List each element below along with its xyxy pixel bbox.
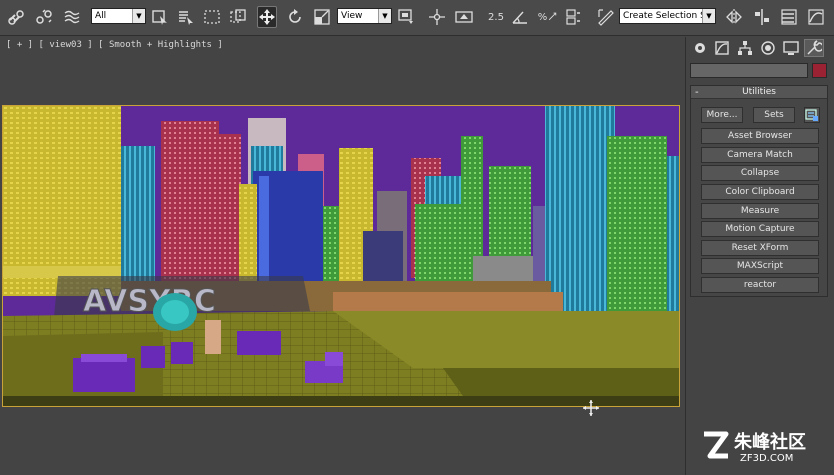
modify-icon [715, 41, 729, 55]
utility-maxscript-button[interactable]: MAXScript [701, 258, 819, 274]
link-icon[interactable] [6, 6, 26, 28]
utility-asset-browser-button[interactable]: Asset Browser [701, 128, 819, 144]
watermark: 朱峰社区 ZF3D.COM [700, 426, 830, 470]
more-button[interactable]: More... [701, 107, 743, 123]
align-icon[interactable] [752, 6, 772, 28]
utility-collapse-button[interactable]: Collapse [701, 165, 819, 181]
selection-filter-dropdown[interactable]: All ▼ [91, 8, 146, 24]
configure-button-sets[interactable] [804, 107, 820, 123]
utilities-icon [807, 40, 822, 55]
rectangular-selection-icon[interactable] [202, 6, 222, 28]
snap-label: 2.5 [488, 11, 504, 23]
command-panel: - Utilities More... Sets Asset Browser C… [685, 37, 834, 475]
window-crossing-icon[interactable] [228, 6, 248, 28]
scale-icon[interactable] [312, 6, 332, 28]
chevron-down-icon: ▼ [132, 9, 145, 23]
spinner-snap-icon[interactable] [563, 6, 583, 28]
object-color-swatch[interactable] [812, 63, 827, 78]
keyboard-shortcut-icon[interactable] [454, 6, 474, 28]
city-scene-render: AVSYRC [3, 106, 679, 406]
mirror-icon[interactable] [724, 6, 744, 28]
select-object-icon[interactable] [150, 6, 170, 28]
select-manipulate-icon[interactable] [427, 6, 447, 28]
watermark-logo-icon [704, 431, 729, 459]
configure-sets-icon [805, 109, 818, 121]
main-toolbar: All ▼ View ▼ 2.5 % Create Selection Se ▼ [0, 0, 834, 36]
rotate-icon[interactable] [285, 6, 305, 28]
modify-tab[interactable] [712, 39, 732, 57]
sets-button[interactable]: Sets [753, 107, 795, 123]
layer-manager-icon[interactable] [779, 6, 799, 28]
viewport-label[interactable]: [ + ] [ view03 ] [ Smooth + Highlights ] [6, 40, 223, 50]
object-name-field[interactable] [690, 63, 808, 78]
create-tab[interactable] [690, 39, 710, 57]
hierarchy-icon [738, 41, 752, 55]
utilities-tab[interactable] [804, 39, 824, 57]
unlink-icon[interactable] [34, 6, 54, 28]
display-icon [783, 41, 799, 55]
utility-reset-xform-button[interactable]: Reset XForm [701, 240, 819, 256]
utility-reactor-button[interactable]: reactor [701, 277, 819, 293]
collapse-icon: - [695, 87, 699, 98]
bind-space-warp-icon[interactable] [62, 6, 82, 28]
chevron-down-icon: ▼ [702, 9, 715, 23]
angle-snap-icon[interactable] [510, 6, 530, 28]
chevron-down-icon: ▼ [378, 9, 391, 23]
move-cursor-icon [583, 400, 599, 416]
viewport-scene[interactable]: AVSYRC [2, 105, 680, 407]
utility-motion-capture-button[interactable]: Motion Capture [701, 221, 819, 237]
utility-color-clipboard-button[interactable]: Color Clipboard [701, 184, 819, 200]
rollout-header[interactable]: - Utilities [691, 86, 827, 99]
create-icon [695, 43, 705, 53]
motion-icon [761, 41, 775, 55]
utility-camera-match-button[interactable]: Camera Match [701, 147, 819, 163]
percent-snap-toggle[interactable]: % [537, 6, 559, 28]
snaps-toggle[interactable]: 2.5 [484, 6, 508, 28]
pivot-center-icon[interactable] [396, 6, 416, 28]
utilities-rollout: - Utilities More... Sets Asset Browser C… [690, 85, 828, 297]
utility-measure-button[interactable]: Measure [701, 203, 819, 219]
motion-tab[interactable] [758, 39, 778, 57]
move-icon[interactable] [257, 6, 277, 28]
watermark-text: 朱峰社区 [734, 432, 806, 453]
edit-named-selection-icon[interactable] [596, 6, 616, 28]
watermark-url: ZF3D.COM [740, 453, 794, 464]
reference-coord-dropdown[interactable]: View ▼ [337, 8, 392, 24]
percent-arrow-icon [549, 12, 557, 21]
viewport-area[interactable]: [ + ] [ view03 ] [ Smooth + Highlights ] [0, 37, 684, 475]
named-selection-dropdown[interactable]: Create Selection Se ▼ [619, 8, 716, 24]
percent-snap-label: % [537, 11, 548, 23]
rollout-title: Utilities [742, 87, 776, 97]
curve-editor-icon[interactable] [806, 6, 826, 28]
select-by-name-icon[interactable] [176, 6, 196, 28]
hierarchy-tab[interactable] [735, 39, 755, 57]
display-tab[interactable] [781, 39, 801, 57]
